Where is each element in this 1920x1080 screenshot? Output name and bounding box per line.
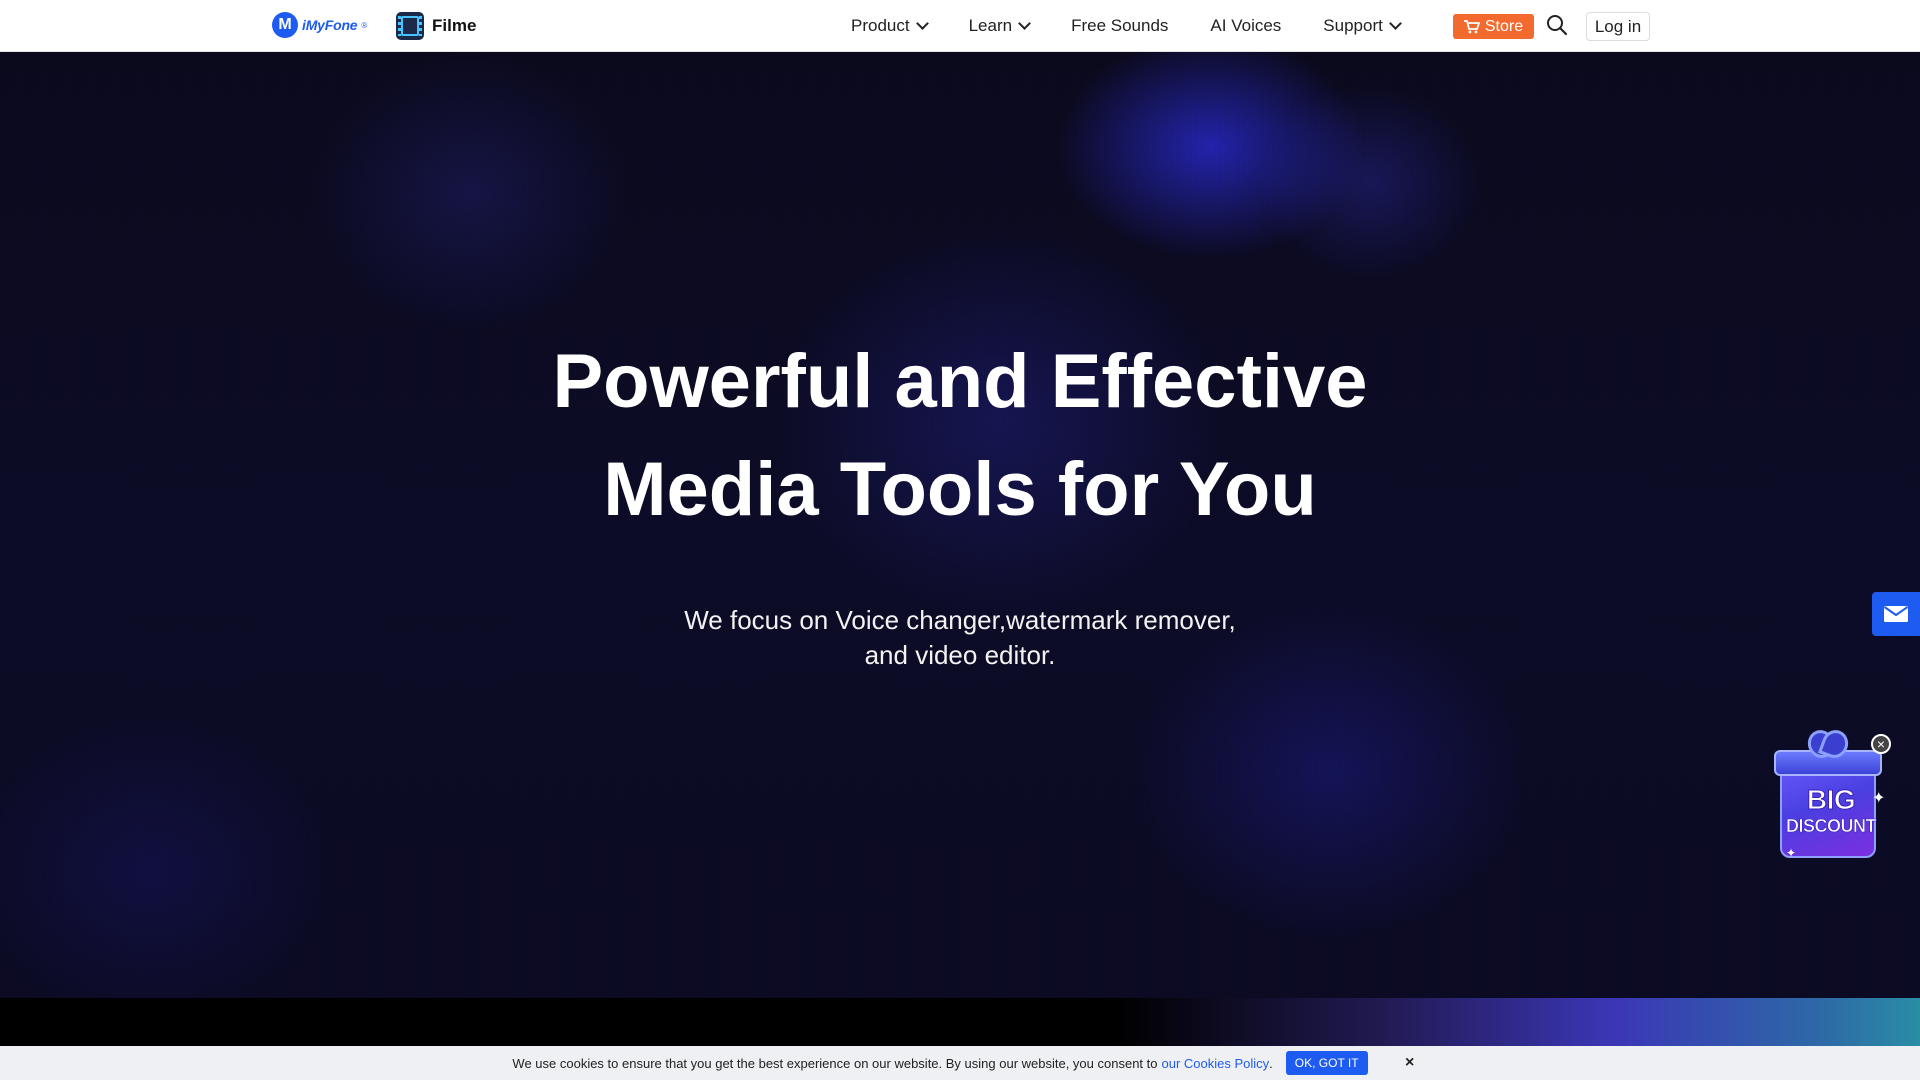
brand-registered-mark: ® — [361, 20, 368, 30]
nav-learn-label: Learn — [968, 16, 1013, 35]
promo-line2: DISCOUNT — [1786, 816, 1877, 837]
hero-title-line1: Powerful and Effective — [552, 339, 1368, 424]
nav-free-sounds-label: Free Sounds — [1071, 16, 1169, 35]
film-icon — [396, 12, 424, 40]
imyfone-logo-icon: M — [272, 12, 298, 38]
nav-free-sounds[interactable]: Free Sounds — [1071, 16, 1168, 36]
mail-icon — [1883, 606, 1909, 622]
hero-subtitle: We focus on Voice changer,watermark remo… — [560, 603, 1360, 673]
hero-title-line2: Media Tools for You — [603, 447, 1317, 532]
hero-subtitle-line2: and video editor. — [864, 640, 1056, 670]
close-icon: × — [1876, 736, 1886, 752]
hero-subtitle-line1: We focus on Voice changer,watermark remo… — [684, 605, 1236, 635]
promo-close-button[interactable]: × — [1871, 734, 1891, 754]
imyfone-logo[interactable]: M iMyFone ® — [272, 12, 367, 38]
login-button[interactable]: Log in — [1586, 12, 1650, 41]
chevron-down-icon — [1388, 17, 1402, 30]
cookie-policy-link[interactable]: our Cookies Policy — [1162, 1056, 1270, 1071]
nav-learn[interactable]: Learn — [968, 16, 1031, 36]
contact-mail-button[interactable] — [1872, 592, 1920, 636]
cookie-close-button[interactable]: × — [1405, 1054, 1414, 1072]
brand-name: iMyFone — [302, 17, 358, 33]
search-icon[interactable] — [1546, 14, 1568, 36]
cookie-accept-button[interactable]: OK, GOT IT — [1285, 1051, 1368, 1075]
nav-product-label: Product — [851, 16, 910, 35]
sparkle-icon: ✦ — [1786, 846, 1797, 860]
chevron-down-icon — [915, 17, 929, 30]
chevron-down-icon — [1018, 17, 1031, 30]
nav-product[interactable]: Product — [851, 16, 929, 36]
cookie-text: We use cookies to ensure that you get th… — [512, 1055, 1158, 1071]
nav-support[interactable]: Support — [1323, 16, 1402, 36]
site-header: M iMyFone ® Filme Product Learn Free Sou… — [0, 0, 1920, 52]
nav-support-label: Support — [1323, 16, 1383, 35]
nav-ai-voices-label: AI Voices — [1210, 16, 1282, 35]
product-name: Filme — [432, 16, 477, 35]
filme-logo[interactable]: Filme — [396, 12, 476, 40]
cookie-punct: . — [1269, 1055, 1273, 1071]
sparkle-icon: ✦ — [1872, 790, 1886, 807]
store-button[interactable]: Store — [1453, 14, 1534, 39]
cart-icon — [1463, 19, 1480, 33]
gift-bow-icon — [1808, 730, 1848, 756]
main-nav: Product Learn Free Sounds AI Voices Supp… — [851, 0, 1402, 52]
store-label: Store — [1484, 17, 1524, 35]
cookie-banner: We use cookies to ensure that you get th… — [0, 1046, 1920, 1080]
hero-title: Powerful and Effective Media Tools for Y… — [360, 328, 1560, 544]
section-gradient-band — [0, 998, 1920, 1046]
nav-ai-voices[interactable]: AI Voices — [1210, 16, 1281, 36]
